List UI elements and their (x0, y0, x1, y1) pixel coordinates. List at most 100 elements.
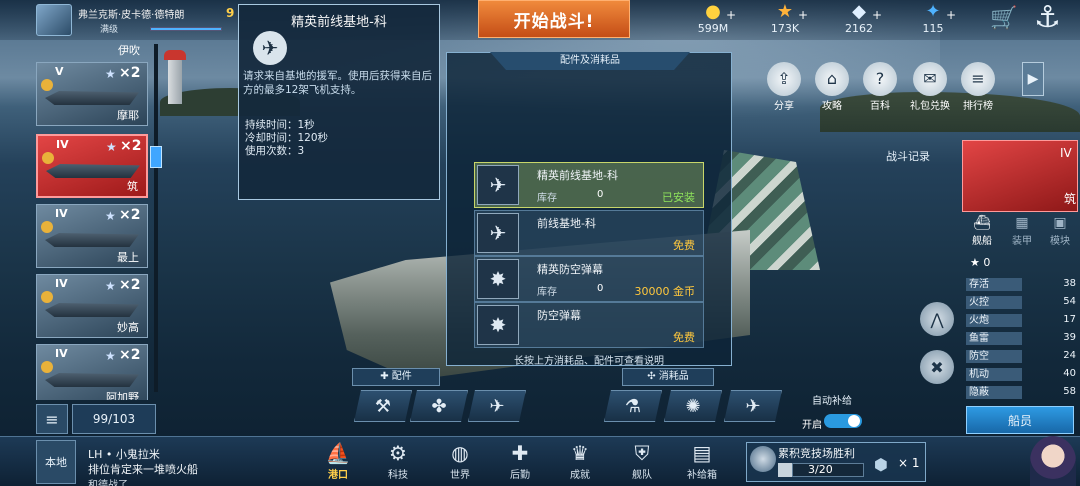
ship-card-agano[interactable]: IV ★ ×2 阿加野 (36, 344, 148, 400)
chevron-rank-icon: ⋀ (930, 309, 944, 329)
lighthouse (168, 58, 182, 104)
stat-value: 38 (1063, 278, 1076, 289)
auto-supply-label: 自动补给 (812, 396, 852, 407)
rank-upgrade-button[interactable]: ⋀ (920, 302, 954, 336)
stock-qty: 0 (597, 189, 604, 200)
ship-tier: V (55, 65, 64, 78)
share-icon: ⇪ (767, 62, 801, 96)
ship-thumbnail (45, 303, 139, 317)
resource-crystal[interactable]: ✦ 115 + (908, 2, 958, 38)
consumable-slot-3[interactable]: ✈ (724, 390, 782, 422)
resource-diamond[interactable]: ◆ 2162 + (834, 2, 884, 38)
consumables-panel-header: 配件及消耗品 (490, 52, 690, 70)
star-icon: ★ (970, 256, 984, 269)
fleet-list[interactable]: V ★ ×2 摩耶 IV ★ ×2 筑 IV ★ ×2 最上 IV ★ ×2 妙… (36, 36, 148, 400)
consumables-label-text: 消耗品 (658, 371, 689, 382)
stat-value: 58 (1063, 386, 1076, 397)
resource-gold[interactable]: ● 599M + (688, 2, 738, 38)
auto-supply-toggle-knob[interactable] (848, 415, 860, 427)
nav-port[interactable]: ⛵ 港口 (318, 440, 358, 484)
stock-label: 库存 (537, 193, 557, 204)
gift-exchange-icon: ✉ (913, 62, 947, 96)
add-gold-icon[interactable]: + (726, 8, 736, 22)
ship-card-mogami[interactable]: IV ★ ×2 最上 (36, 204, 148, 268)
ranking-button[interactable]: ≡ 排行榜 (958, 62, 998, 112)
parts-slot-3[interactable]: ✈ (468, 390, 526, 422)
share-button[interactable]: ⇪ 分享 (764, 62, 804, 112)
star-icon: ★ (105, 279, 116, 293)
tab-ship[interactable]: ⛴ 舰船 (964, 214, 1000, 248)
anchor-icon[interactable]: ⚓ (1034, 0, 1061, 35)
secretary-avatar[interactable] (1030, 436, 1076, 486)
consumable-row[interactable]: ✈ 前线基地-科 免费 (474, 210, 704, 256)
consumable-row[interactable]: ✸ 精英防空弹幕 库存 0 30000 金币 (474, 256, 704, 302)
chat-line[interactable]: 排位肯定来一堆喷火船 (88, 461, 198, 477)
wiki-button[interactable]: ? 百科 (860, 62, 900, 112)
nav-fleet[interactable]: ⛨ 舰队 (622, 440, 662, 484)
star-icon: ★ (105, 209, 116, 223)
module-icon: ▣ (1053, 215, 1067, 231)
fleet-scroll-thumb[interactable] (150, 146, 162, 168)
consumable-slot-1[interactable]: ⚗ (604, 390, 662, 422)
ship-thumbnail (45, 91, 139, 105)
parts-slot-1[interactable]: ⚒ (354, 390, 412, 422)
chat-line[interactable]: 和德战了 (88, 476, 128, 486)
nav-logistics[interactable]: ✚ 后勤 (500, 440, 540, 484)
list-view-button[interactable]: ≡ (36, 404, 68, 434)
nav-supply-box[interactable]: ▤ 补给箱 (682, 440, 722, 484)
parts-label: ✚ 配件 (352, 368, 440, 386)
fleet-scrollbar[interactable] (154, 44, 158, 392)
ship-name-ibuki: 伊吹 (118, 44, 140, 57)
shop-cart-icon[interactable]: 🛒 (990, 6, 1017, 31)
more-menu-button[interactable]: ▶ (1022, 62, 1044, 96)
ship-card-selected[interactable]: IV ★ ×2 筑 (36, 134, 148, 198)
nav-tech-label: 科技 (388, 470, 408, 481)
nav-fleet-label: 舰队 (632, 470, 652, 481)
consumable-slot-2[interactable]: ✺ (664, 390, 722, 422)
ship-icon: ⛴ (973, 215, 991, 231)
player-avatar[interactable] (36, 4, 72, 36)
add-crystal-icon[interactable]: + (946, 8, 956, 22)
arena-title: 累积竞技场胜利 (778, 447, 855, 460)
consumable-status: 已安装 (662, 191, 695, 204)
share-label: 分享 (774, 101, 794, 112)
ranking-label: 排行榜 (963, 101, 993, 112)
stat-row: 机动 40 (966, 368, 1078, 382)
repair-button[interactable]: ✖ (920, 350, 954, 384)
gift-exchange-button[interactable]: ✉ 礼包兑换 (910, 62, 950, 112)
dock-count: 99/103 (72, 404, 156, 434)
consumable-row[interactable]: ✈ 精英前线基地-科 库存 0 已安装 (474, 162, 704, 208)
tab-module[interactable]: ▣ 模块 (1042, 214, 1078, 248)
parts-slot-2[interactable]: ✤ (410, 390, 468, 422)
consumable-row[interactable]: ✸ 防空弹幕 免费 (474, 302, 704, 348)
lighthouse-top (164, 50, 186, 60)
airplane-support-icon: ✈ (745, 395, 761, 417)
stat-row: 存活 38 (966, 278, 1078, 292)
ship-card-myoko[interactable]: IV ★ ×2 妙高 (36, 274, 148, 338)
consumable-name: 前线基地-科 (537, 217, 596, 230)
stat-row: 火控 54 (966, 296, 1078, 310)
crystal-value: 115 (922, 22, 944, 35)
chat-channel-button[interactable]: 本地 (36, 440, 76, 484)
star-icon: ★ (105, 67, 116, 81)
world-icon: ◍ (451, 441, 469, 465)
ship-count: ×2 (120, 138, 142, 154)
crew-button[interactable]: 船员 (966, 406, 1074, 434)
rank-badge-icon (41, 79, 53, 91)
tab-armor[interactable]: ▦ 装甲 (1004, 214, 1040, 248)
start-battle-button[interactable]: 开始战斗! (478, 0, 630, 38)
add-diamond-icon[interactable]: + (872, 8, 882, 22)
nav-tech[interactable]: ⚙ 科技 (378, 440, 418, 484)
ship-card-maya[interactable]: V ★ ×2 摩耶 (36, 62, 148, 126)
chat-line[interactable]: LH • 小鬼拉米 (88, 446, 160, 462)
guide-button[interactable]: ⌂ 攻略 (812, 62, 852, 112)
resource-star[interactable]: ★ 173K + (760, 2, 810, 38)
add-star-icon[interactable]: + (798, 8, 808, 22)
battle-log-link[interactable]: 战斗记录 (886, 148, 930, 164)
nav-achievement[interactable]: ♛ 成就 (560, 440, 600, 484)
anti-air-barrage-icon: ✸ (477, 305, 519, 345)
exp-bar-fill (151, 28, 221, 30)
achievement-icon: ♛ (571, 441, 589, 465)
nav-world[interactable]: ◍ 世界 (440, 440, 480, 484)
ship-tier: IV (55, 277, 68, 290)
